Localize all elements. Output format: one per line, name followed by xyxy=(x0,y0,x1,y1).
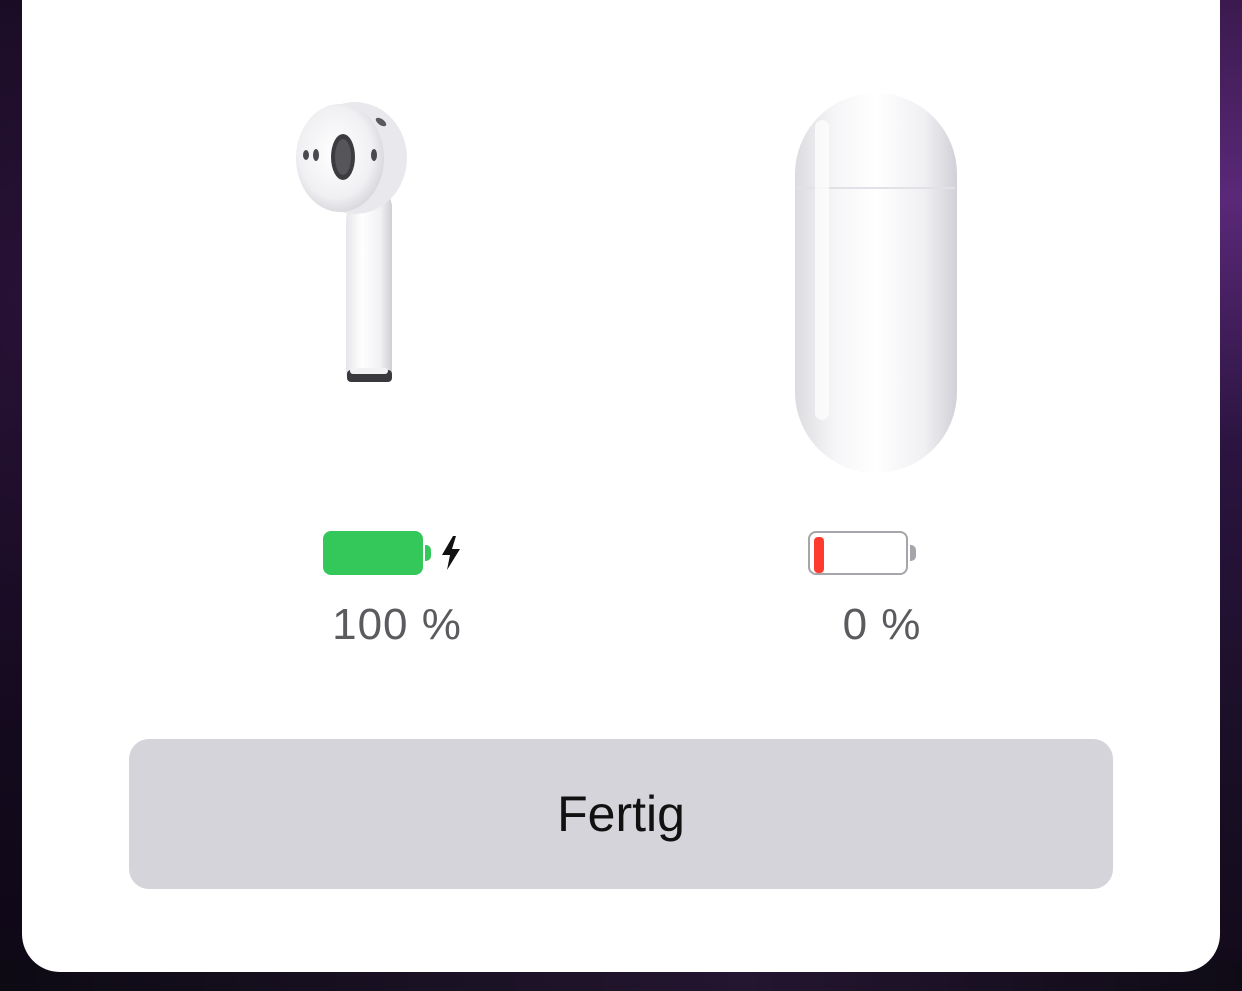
charging-bolt-icon xyxy=(442,536,460,570)
case-battery-row xyxy=(637,530,1077,580)
earbud-battery-row xyxy=(157,530,597,580)
earbud-image xyxy=(157,0,597,480)
battery-empty-icon xyxy=(808,531,916,575)
battery-status-card: 100 % 0 % Fertig xyxy=(22,0,1220,972)
battery-full-icon xyxy=(323,531,431,575)
case-battery-percent: 0 % xyxy=(842,600,922,649)
airpod-earbud-icon xyxy=(296,102,407,382)
done-button[interactable]: Fertig xyxy=(129,739,1113,889)
earbud-status: 100 % xyxy=(157,0,597,649)
airpods-case-icon xyxy=(795,93,957,473)
case-image xyxy=(637,0,1077,480)
case-status: 0 % xyxy=(637,0,1077,649)
earbud-battery-percent: 100 % xyxy=(332,600,462,649)
